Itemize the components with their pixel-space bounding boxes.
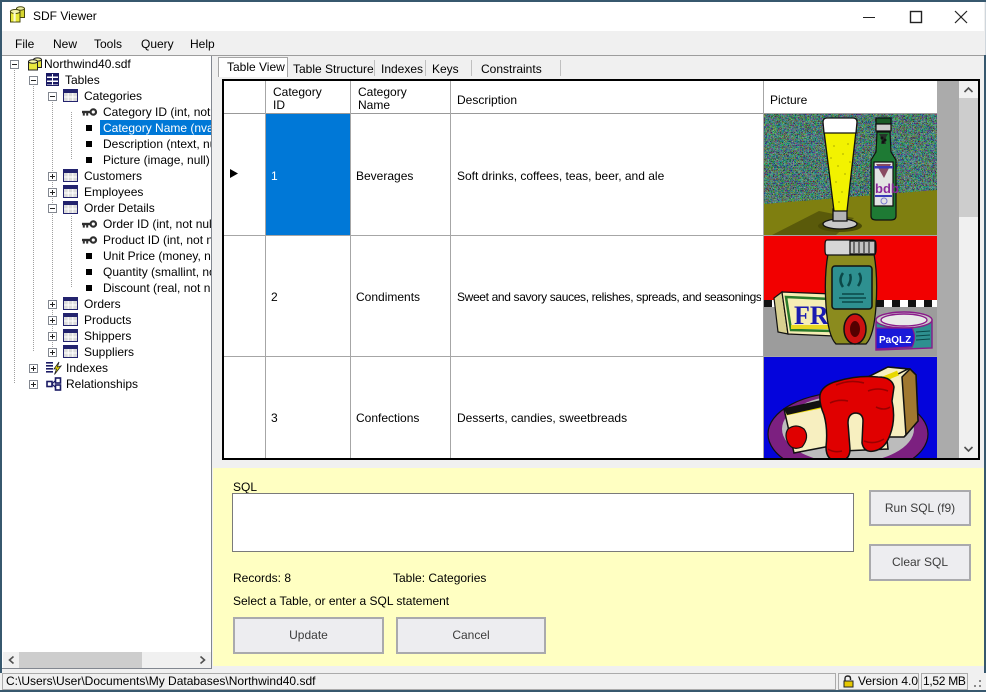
svg-text:bdb: bdb bbox=[875, 181, 899, 196]
svg-text:PaQLZ: PaQLZ bbox=[879, 335, 911, 346]
